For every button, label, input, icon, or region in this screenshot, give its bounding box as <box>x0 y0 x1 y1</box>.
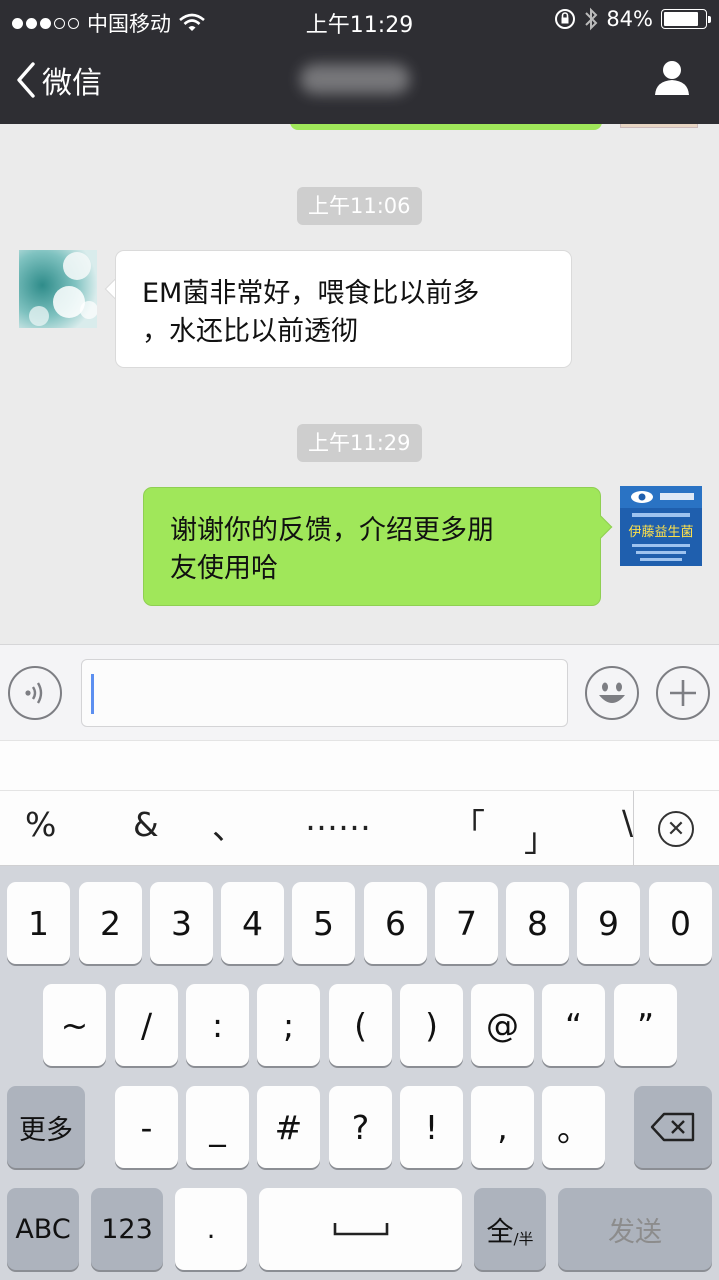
candidate-key[interactable]: & <box>133 805 159 844</box>
back-button[interactable]: 微信 <box>16 58 102 102</box>
candidate-key[interactable]: % <box>25 805 56 844</box>
candidate-key[interactable]: \ <box>622 803 633 842</box>
key-colon[interactable]: : <box>186 984 249 1066</box>
full-half-width-key[interactable]: 全/半 <box>474 1188 546 1270</box>
message-line: 谢谢你的反馈，介绍更多朋 <box>170 515 494 546</box>
key-underscore[interactable]: _ <box>186 1086 249 1168</box>
message-input[interactable] <box>81 659 568 727</box>
previous-message-bubble <box>290 124 602 130</box>
plus-icon <box>670 680 696 706</box>
timestamp: 上午11:29 <box>297 424 422 462</box>
key-6[interactable]: 6 <box>364 882 427 964</box>
chat-area[interactable]: 上午11:06 EM菌非常好，喂食比以前多 ，水还比以前透彻 上午11:29 谢… <box>0 124 719 644</box>
key-tilde[interactable]: ~ <box>43 984 106 1066</box>
message-line: ，水还比以前透彻 <box>142 316 358 347</box>
key-period-cn[interactable]: 。 <box>542 1086 605 1168</box>
smiley-icon <box>599 682 625 703</box>
contact-avatar[interactable] <box>19 250 97 328</box>
message-line: EM菌非常好，喂食比以前多 <box>142 278 480 309</box>
key-hash[interactable]: # <box>257 1086 320 1168</box>
text-caret <box>91 674 94 714</box>
status-bar: 中国移动 上午11:29 84% <box>0 0 719 40</box>
key-question[interactable]: ? <box>329 1086 392 1168</box>
key-left-quote[interactable]: “ <box>542 984 605 1066</box>
nav-bar: 微信 <box>0 44 719 120</box>
candidate-key[interactable]: 」 <box>524 813 557 861</box>
incoming-message-bubble[interactable]: EM菌非常好，喂食比以前多 ，水还比以前透彻 <box>115 250 572 368</box>
key-close-paren[interactable]: ) <box>400 984 463 1066</box>
timestamp: 上午11:06 <box>297 187 422 225</box>
chevron-left-icon <box>17 62 35 98</box>
key-8[interactable]: 8 <box>506 882 569 964</box>
key-7[interactable]: 7 <box>435 882 498 964</box>
candidate-divider <box>633 791 634 865</box>
key-5[interactable]: 5 <box>292 882 355 964</box>
key-at[interactable]: @ <box>471 984 534 1066</box>
voice-button[interactable] <box>8 666 62 720</box>
full-width-label: 全 <box>486 1216 514 1248</box>
keyboard: 1 2 3 4 5 6 7 8 9 0 ~ / : ; ( ) @ “ ” 更多… <box>0 866 719 1280</box>
more-symbols-key[interactable]: 更多 <box>7 1086 85 1168</box>
numbers-key[interactable]: 123 <box>91 1188 163 1270</box>
key-9[interactable]: 9 <box>577 882 640 964</box>
input-bar <box>0 644 719 740</box>
blurred-chat-title <box>300 64 410 94</box>
key-1[interactable]: 1 <box>7 882 70 964</box>
half-width-label: /半 <box>513 1229 534 1248</box>
keyboard-top-spacer <box>0 740 719 790</box>
symbol-candidate-row: % & 、 …… 「 」 \ ✕ <box>0 790 719 866</box>
chat-info-button[interactable] <box>653 60 691 100</box>
key-hyphen[interactable]: - <box>115 1086 178 1168</box>
key-comma[interactable]: , <box>471 1086 534 1168</box>
close-icon: ✕ <box>666 816 686 842</box>
bluetooth-icon <box>585 7 598 31</box>
avatar-brand-text: 伊藤益生菌 <box>628 525 693 540</box>
top-bar: 中国移动 上午11:29 84% 微信 <box>0 0 719 124</box>
key-3[interactable]: 3 <box>150 882 213 964</box>
orientation-lock-icon <box>555 9 576 29</box>
battery-percent: 84% <box>606 7 653 31</box>
close-candidates-button[interactable]: ✕ <box>658 811 694 847</box>
abc-key[interactable]: ABC <box>7 1188 79 1270</box>
key-semicolon[interactable]: ; <box>257 984 320 1066</box>
candidate-key[interactable]: 「 <box>452 799 485 847</box>
delete-key[interactable] <box>634 1086 712 1168</box>
more-options-button[interactable] <box>656 666 710 720</box>
key-slash[interactable]: / <box>115 984 178 1066</box>
key-right-quote[interactable]: ” <box>614 984 677 1066</box>
key-exclamation[interactable]: ! <box>400 1086 463 1168</box>
space-bar-icon <box>333 1223 388 1236</box>
key-4[interactable]: 4 <box>221 882 284 964</box>
person-icon <box>655 61 689 95</box>
previous-avatar <box>620 124 698 128</box>
key-0[interactable]: 0 <box>649 882 712 964</box>
voice-icon <box>25 682 43 704</box>
key-2[interactable]: 2 <box>79 882 142 964</box>
user-avatar[interactable]: 伊藤益生菌 <box>620 486 702 566</box>
emoji-button[interactable] <box>585 666 639 720</box>
backspace-icon <box>650 1112 695 1142</box>
battery-icon <box>661 9 711 29</box>
candidate-key[interactable]: …… <box>305 799 371 838</box>
candidate-key[interactable]: 、 <box>212 801 245 849</box>
outgoing-message-bubble[interactable]: 谢谢你的反馈，介绍更多朋 友使用哈 <box>143 487 601 606</box>
space-key[interactable] <box>259 1188 462 1270</box>
message-line: 友使用哈 <box>170 553 278 584</box>
back-label: 微信 <box>42 66 102 101</box>
dot-key[interactable]: . <box>175 1188 247 1270</box>
key-open-paren[interactable]: ( <box>329 984 392 1066</box>
send-key[interactable]: 发送 <box>558 1188 712 1270</box>
